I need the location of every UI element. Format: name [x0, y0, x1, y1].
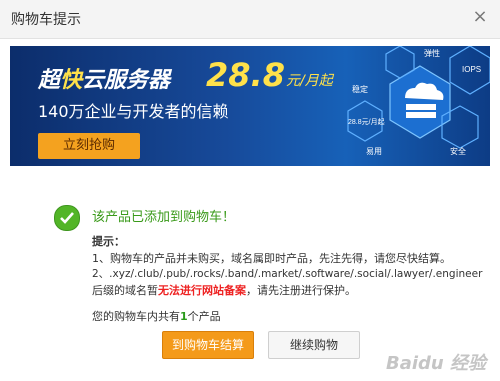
dialog-header: 购物车提示 ×: [0, 0, 500, 39]
banner-subtitle: 140万企业与开发者的信赖: [38, 102, 229, 121]
badge-stable: 稳定: [352, 84, 368, 94]
tip-line-1: 1、购物车的产品并未购买，域名属即时产品，先注先得，请您尽快结算。: [92, 252, 451, 265]
check-circle-icon: [54, 205, 80, 231]
tip-line-3: 后缀的域名暂无法进行网站备案，请先注册进行保护。: [92, 282, 356, 298]
badge-price: 28.8元/月起: [348, 118, 385, 126]
badge-easy: 易用: [366, 147, 382, 156]
checkout-button[interactable]: 到购物车结算: [162, 331, 254, 359]
tips-title: 提示：: [92, 235, 125, 248]
headline-prefix: 超: [38, 68, 61, 93]
banner-hex-graphic: 弹性 IOPS 稳定 28.8元/月起 易用 安全: [347, 46, 490, 156]
cart-suffix: 个产品: [187, 310, 221, 323]
watermark-logo: Baidu 经验: [385, 353, 486, 374]
cart-count: 1: [180, 310, 188, 323]
banner-price: 28.8: [206, 56, 285, 94]
promo-banner[interactable]: 超快云服务器 28.8 元/月起 140万企业与开发者的信赖 立刻抢购 弹性 I…: [10, 46, 490, 166]
tip3-suffix: ，请先注册进行保护。: [246, 284, 356, 297]
cart-prefix: 您的购物车内共有: [92, 310, 180, 323]
headline-suffix: 云服务器: [82, 68, 171, 93]
tip-line-2: 2、.xyz/.club/.pub/.rocks/.band/.market/.…: [92, 268, 483, 280]
badge-elastic: 弹性: [424, 48, 440, 58]
buy-now-button[interactable]: 立刻抢购: [38, 133, 140, 159]
banner-headline: 超快云服务器: [38, 62, 170, 94]
tip3-highlight: 无法进行网站备案: [158, 284, 246, 297]
success-message: 该产品已添加到购物车！: [92, 210, 236, 225]
badge-iops: IOPS: [462, 65, 481, 74]
tip3-prefix: 后缀的域名暂: [92, 284, 158, 297]
cart-count-line: 您的购物车内共有1个产品: [92, 308, 221, 324]
badge-secure: 安全: [450, 146, 466, 156]
close-icon[interactable]: ×: [470, 7, 490, 27]
notice-panel: 该产品已添加到购物车！ 提示： 1、购物车的产品并未购买，域名属即时产品，先注先…: [10, 176, 490, 371]
continue-shopping-button[interactable]: 继续购物: [268, 331, 360, 359]
headline-fast: 快: [60, 68, 83, 93]
dialog-title: 购物车提示: [11, 12, 81, 28]
